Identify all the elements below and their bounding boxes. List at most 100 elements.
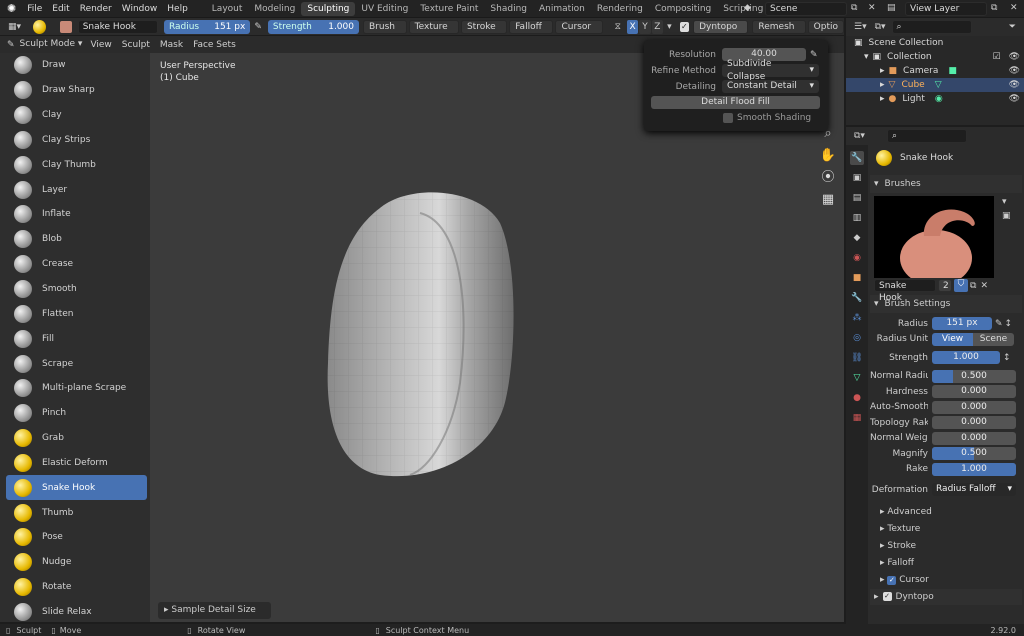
eye-icon[interactable]: 👁: [1009, 66, 1020, 76]
tab-uv-editing[interactable]: UV Editing: [355, 2, 414, 16]
menu-help[interactable]: Help: [162, 4, 193, 14]
outliner-row-cube[interactable]: ▸ ▽ Cube ▽ 👁: [846, 78, 1024, 92]
view-layer-selector[interactable]: View Layer: [905, 2, 987, 16]
detailing-dropdown[interactable]: Constant Detail ▾: [722, 80, 819, 93]
menu-render[interactable]: Render: [75, 4, 117, 14]
strength-field[interactable]: 1.000: [932, 351, 1000, 365]
fake-user-shield-icon[interactable]: ⛉: [954, 279, 968, 292]
symmetry-options-icon[interactable]: ▾: [667, 22, 672, 32]
unlink-icon[interactable]: ✕: [980, 281, 988, 291]
tool-flatten[interactable]: Flatten: [6, 301, 147, 326]
scene-selector[interactable]: Scene: [765, 2, 847, 16]
dyntopo-checkbox[interactable]: ✓: [882, 592, 892, 601]
brush-name-field[interactable]: Snake Hook: [77, 19, 158, 34]
brush-list-icon[interactable]: ▾: [1002, 197, 1007, 207]
properties-search-input[interactable]: ⌕: [886, 129, 967, 143]
remesh-button[interactable]: Remesh ▾: [752, 19, 806, 44]
stroke-menu[interactable]: Stroke ▾: [460, 19, 508, 44]
tab-compositing[interactable]: Compositing: [649, 2, 717, 16]
perspective-toggle-icon[interactable]: ▦: [818, 189, 838, 211]
eye-icon[interactable]: 👁: [1009, 52, 1020, 62]
mask-menu[interactable]: Mask: [155, 40, 188, 50]
face-sets-menu[interactable]: Face Sets: [188, 40, 241, 50]
texture-menu[interactable]: Texture ▾: [408, 19, 459, 44]
symmetry-y-toggle[interactable]: Y: [639, 19, 651, 34]
radius-pressure-icon[interactable]: ✎: [254, 22, 262, 32]
pressure-curve-icon[interactable]: ↕: [1005, 319, 1013, 329]
outliner-row-scene-collection[interactable]: ▣ Scene Collection: [846, 36, 1024, 50]
camera-view-icon[interactable]: ⦿: [818, 167, 838, 189]
tool-snake-hook[interactable]: Snake Hook: [6, 475, 147, 501]
dyntopo-checkbox[interactable]: ✓: [679, 21, 690, 32]
slider-field[interactable]: 0.000: [932, 385, 1016, 399]
dyntopo-panel-header[interactable]: ▸ ✓ Dyntopo: [870, 588, 1022, 605]
tool-rotate[interactable]: Rotate: [6, 575, 147, 600]
slider-field[interactable]: 1.000: [932, 462, 1016, 476]
new-scene-icon[interactable]: ⧉: [851, 3, 857, 13]
outliner-row-collection[interactable]: ▾ ▣ Collection ☑ 👁: [846, 50, 1024, 64]
data-tab-icon[interactable]: ▽: [850, 371, 864, 385]
brush-thumbnail-icon[interactable]: ▣: [1002, 211, 1011, 221]
view-menu[interactable]: View: [85, 40, 116, 50]
slider-field[interactable]: 0.500: [932, 369, 1016, 383]
brush-name-field[interactable]: Snake Hook: [874, 279, 936, 303]
cursor-subpanel[interactable]: ▸ ✓ Cursor: [870, 572, 1022, 589]
sculpt-menu[interactable]: Sculpt: [117, 40, 155, 50]
outliner-row-camera[interactable]: ▸ ■ Camera ■ 👁: [846, 64, 1024, 78]
tool-grab[interactable]: Grab: [6, 426, 147, 451]
slider-field[interactable]: 0.000: [932, 431, 1016, 445]
radius-field[interactable]: 151 px: [932, 317, 992, 331]
radius-unit-scene[interactable]: Scene: [973, 332, 1014, 346]
refine-method-dropdown[interactable]: Subdivide Collapse ▾: [722, 59, 819, 82]
tool-clay-strips[interactable]: Clay Strips: [6, 128, 147, 153]
falloff-subpanel[interactable]: ▸ Falloff: [870, 555, 1022, 572]
output-tab-icon[interactable]: ▤: [850, 191, 864, 205]
delete-view-layer-icon[interactable]: ✕: [1010, 3, 1018, 13]
tool-clay[interactable]: Clay: [6, 103, 147, 128]
filter-icon[interactable]: ⏷: [1009, 22, 1016, 32]
deformation-dropdown[interactable]: Radius Falloff ▾: [932, 483, 1016, 497]
mode-selector[interactable]: Sculpt Mode ▾: [17, 38, 86, 52]
radius-slider[interactable]: Radius 151 px: [163, 19, 251, 34]
tool-layer[interactable]: Layer: [6, 177, 147, 202]
tab-texture-paint[interactable]: Texture Paint: [414, 2, 484, 16]
world-tab-icon[interactable]: ◉: [850, 251, 864, 265]
options-button[interactable]: Optio: [807, 19, 844, 34]
checkbox-icon[interactable]: ☑: [992, 52, 1000, 62]
active-brush-icon[interactable]: [33, 19, 47, 34]
cursor-checkbox[interactable]: ✓: [887, 575, 897, 585]
duplicate-icon[interactable]: ⧉: [970, 281, 976, 291]
radius-unit-view[interactable]: View: [932, 332, 973, 346]
tool-scrape[interactable]: Scrape: [6, 351, 147, 376]
slider-field[interactable]: 0.000: [932, 400, 1016, 414]
brush-menu[interactable]: Brush ▾: [362, 19, 407, 44]
scene-tab-icon[interactable]: ◆: [850, 231, 864, 245]
tool-pose[interactable]: Pose: [6, 525, 147, 550]
tool-draw[interactable]: Draw: [6, 53, 147, 78]
tool-smooth[interactable]: Smooth: [6, 277, 147, 302]
brush-preview-thumbnail[interactable]: [874, 196, 994, 278]
sculpt-mesh[interactable]: [320, 183, 520, 483]
tool-elastic-deform[interactable]: Elastic Deform: [6, 451, 147, 476]
tool-crease[interactable]: Crease: [6, 252, 147, 277]
blender-logo-icon[interactable]: ✺: [7, 2, 16, 15]
constraints-tab-icon[interactable]: ⛓: [850, 351, 864, 365]
new-view-layer-icon[interactable]: ⧉: [991, 3, 997, 13]
slider-field[interactable]: 0.500: [932, 447, 1016, 461]
tool-pinch[interactable]: Pinch: [6, 401, 147, 426]
outliner-search-input[interactable]: ⌕: [891, 20, 972, 34]
symmetry-z-toggle[interactable]: Z: [651, 19, 664, 34]
menu-window[interactable]: Window: [117, 4, 163, 14]
tab-modeling[interactable]: Modeling: [248, 2, 301, 16]
menu-file[interactable]: File: [22, 4, 47, 14]
tool-tab-icon[interactable]: 🔧: [850, 151, 864, 165]
tab-animation[interactable]: Animation: [533, 2, 591, 16]
stroke-subpanel[interactable]: ▸ Stroke: [870, 538, 1022, 555]
material-tab-icon[interactable]: ●: [850, 391, 864, 405]
particles-tab-icon[interactable]: ⁂: [850, 311, 864, 325]
dyntopo-button[interactable]: Dyntopo ▾: [693, 19, 749, 44]
user-count[interactable]: 2: [938, 279, 952, 292]
cursor-menu[interactable]: Cursor ▾: [555, 19, 603, 44]
tab-sculpting[interactable]: Sculpting: [301, 1, 356, 16]
outliner-row-light[interactable]: ▸ ● Light ◉ 👁: [846, 92, 1024, 106]
